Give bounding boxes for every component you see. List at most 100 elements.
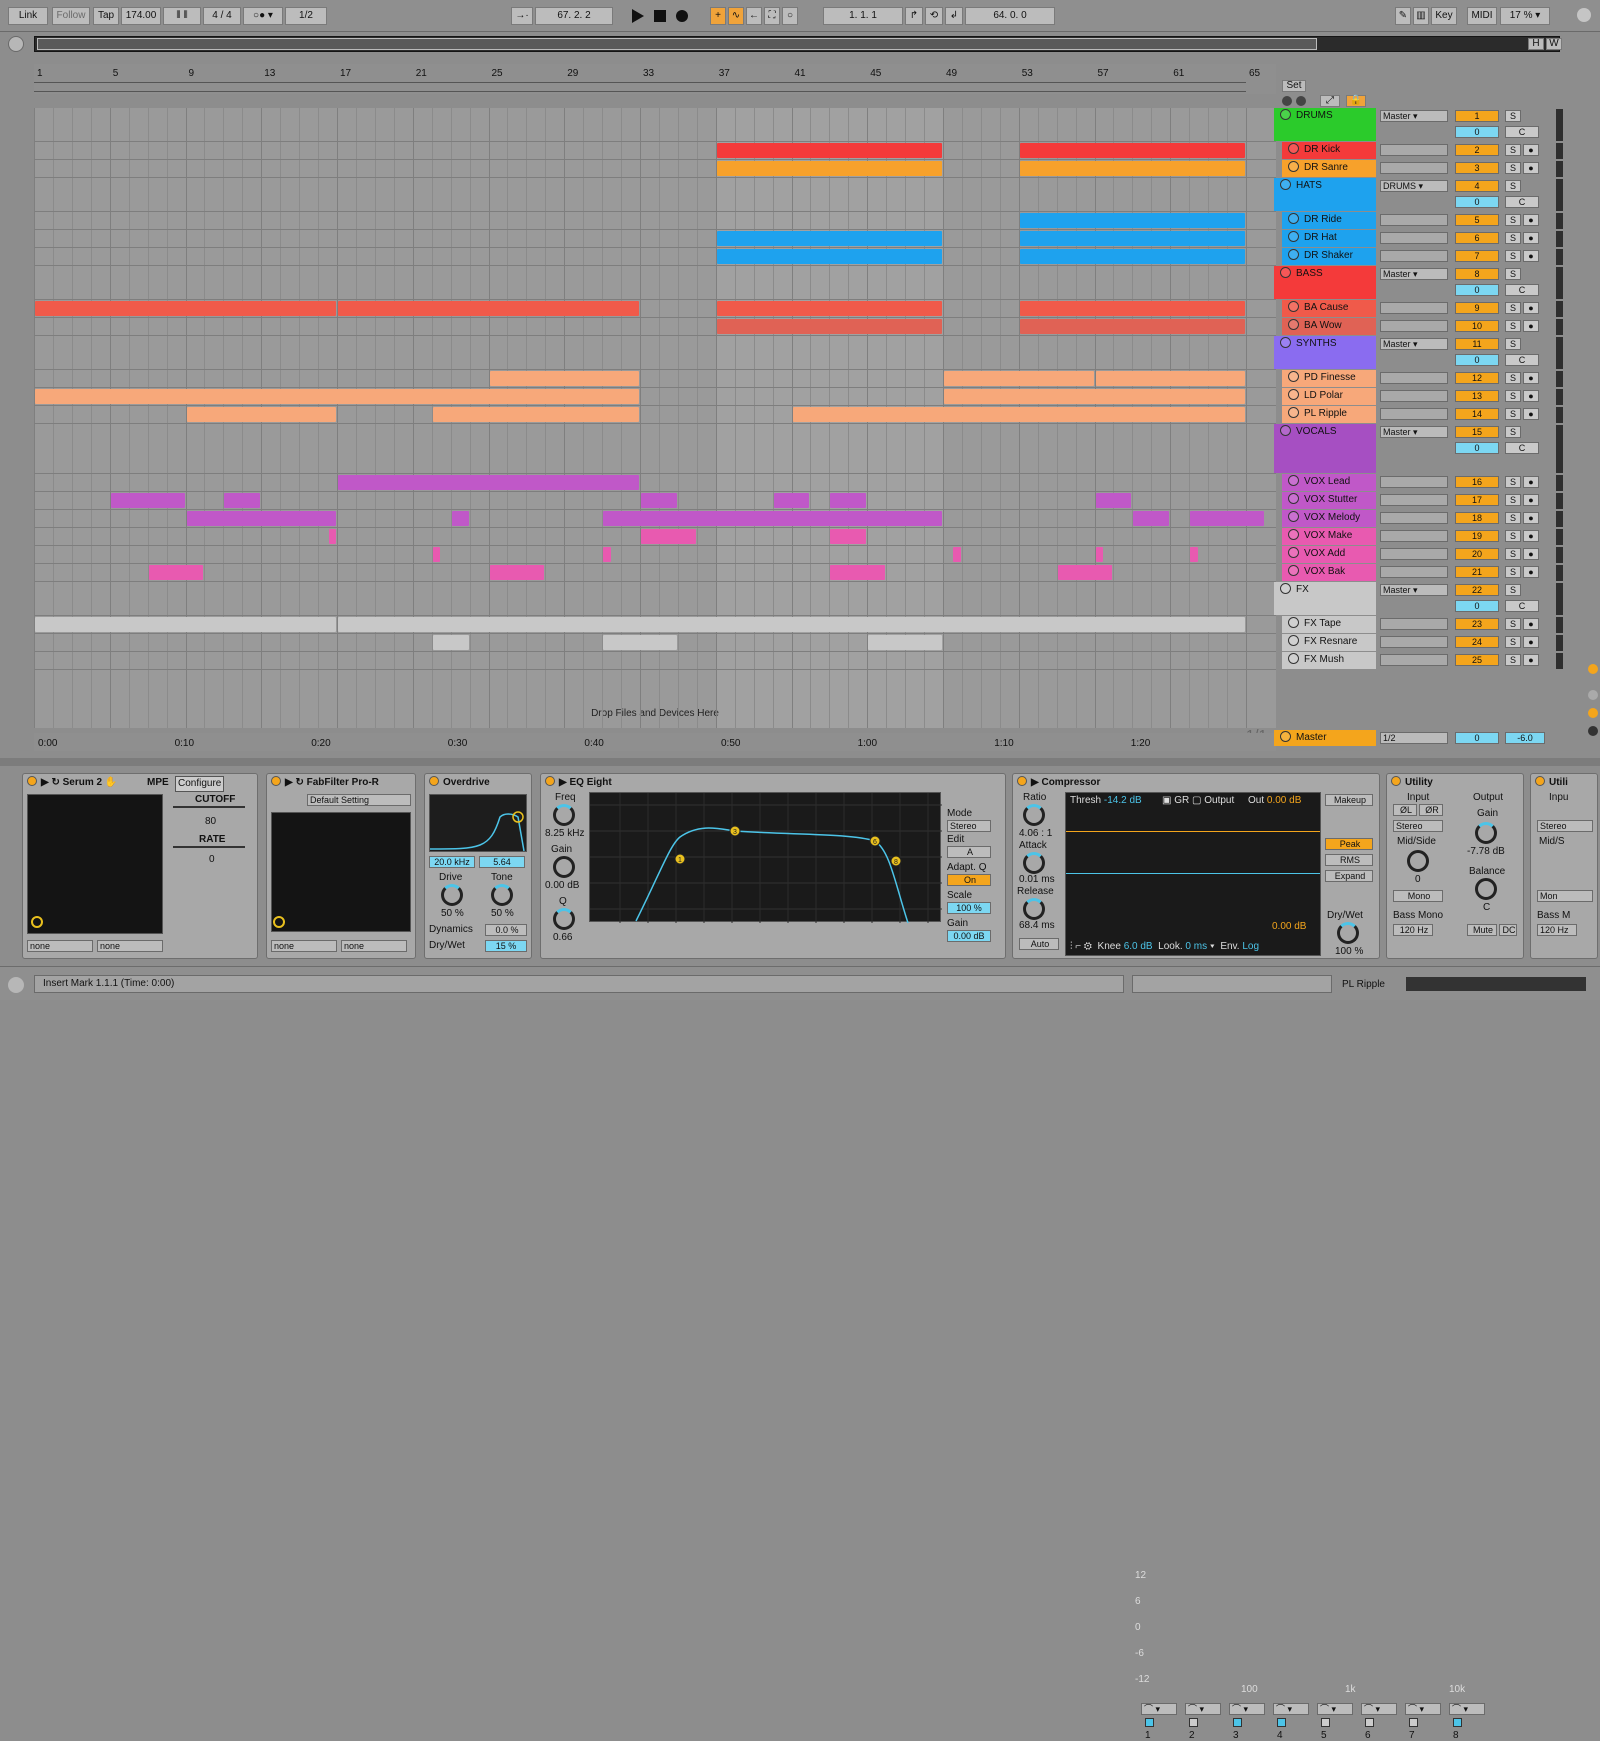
arm-button[interactable]: ● xyxy=(1523,530,1539,542)
clip[interactable] xyxy=(1019,319,1245,334)
thresh-value[interactable]: -14.2 dB xyxy=(1104,795,1142,806)
volume-slot[interactable] xyxy=(1380,302,1448,314)
clip[interactable] xyxy=(716,231,942,246)
serum-macro-select-1[interactable]: none xyxy=(27,940,93,952)
track-activator[interactable]: 3 xyxy=(1455,162,1499,174)
clip[interactable] xyxy=(944,371,1094,386)
track-header-vox-melody[interactable]: VOX Melody xyxy=(1282,510,1376,527)
follow-arrow-icon[interactable]: →· xyxy=(511,7,533,25)
arm-button[interactable]: ● xyxy=(1523,548,1539,560)
track-header-vox-stutter[interactable]: VOX Stutter xyxy=(1282,492,1376,509)
clip[interactable] xyxy=(110,493,185,508)
arrangement-lane[interactable] xyxy=(34,178,1276,212)
clip[interactable] xyxy=(716,161,942,176)
track-play-icon[interactable] xyxy=(1288,319,1299,330)
look-value[interactable]: 0 ms xyxy=(1185,941,1207,952)
utility-power-icon[interactable] xyxy=(1391,776,1401,786)
clip[interactable] xyxy=(868,635,942,650)
clip[interactable] xyxy=(338,617,1245,632)
env-value[interactable]: Log xyxy=(1242,941,1259,952)
clip[interactable] xyxy=(186,407,336,422)
tap-button[interactable]: Tap xyxy=(93,7,119,25)
volume-slot[interactable] xyxy=(1380,476,1448,488)
arrangement-position[interactable]: 67. 2. 2 xyxy=(535,7,613,25)
output-routing-select[interactable]: Master ▾ xyxy=(1380,338,1448,350)
clip[interactable] xyxy=(603,511,942,526)
track-header-vox-bak[interactable]: VOX Bak xyxy=(1282,564,1376,581)
play-icon[interactable] xyxy=(632,9,644,23)
clip[interactable] xyxy=(641,529,696,544)
volume-slot[interactable] xyxy=(1380,214,1448,226)
volume-slot[interactable] xyxy=(1380,636,1448,648)
track-play-icon[interactable] xyxy=(1288,493,1299,504)
device-overdrive[interactable]: Overdrive 20.0 kHz 5.64 Drive 50 % Tone … xyxy=(424,773,532,959)
overdub-icon[interactable]: + xyxy=(710,7,726,25)
tone-knob[interactable] xyxy=(491,884,513,906)
clip[interactable] xyxy=(1019,213,1245,228)
clip[interactable] xyxy=(953,547,961,562)
mute-button[interactable]: Mute xyxy=(1467,924,1497,936)
volume-slot[interactable] xyxy=(1380,566,1448,578)
clip[interactable] xyxy=(944,389,1245,404)
track-header-ba-cause[interactable]: BA Cause xyxy=(1282,300,1376,317)
solo-button[interactable]: S xyxy=(1505,144,1521,156)
solo-button[interactable]: S xyxy=(1505,618,1521,630)
solo-button[interactable]: S xyxy=(1505,636,1521,648)
group-volume[interactable]: 0 xyxy=(1455,600,1499,612)
track-activator[interactable]: 13 xyxy=(1455,390,1499,402)
clip[interactable] xyxy=(328,529,336,544)
track-activator[interactable]: 6 xyxy=(1455,232,1499,244)
serum-macro-select-2[interactable]: none xyxy=(97,940,163,952)
serum-display[interactable] xyxy=(27,794,163,934)
fold-icon[interactable] xyxy=(1280,179,1291,190)
tempo-field[interactable]: 174.00 xyxy=(121,7,161,25)
pan-control[interactable]: C xyxy=(1505,354,1539,366)
track-header-synths[interactable]: SYNTHS xyxy=(1274,336,1376,369)
eq-freq-knob[interactable] xyxy=(553,804,575,826)
clip[interactable] xyxy=(338,475,639,490)
show-info-icon[interactable] xyxy=(8,977,24,993)
track-activator[interactable]: 21 xyxy=(1455,566,1499,578)
knee-value[interactable]: 6.0 dB xyxy=(1124,941,1153,952)
arm-button[interactable]: ● xyxy=(1523,302,1539,314)
track-header-dr-hat[interactable]: DR Hat xyxy=(1282,230,1376,247)
eq-band-filter-select[interactable]: ⌒ ▾ xyxy=(1449,1703,1485,1715)
master-output-select[interactable]: 1/2 xyxy=(1380,732,1448,744)
loop-length-field[interactable]: 64. 0. 0 xyxy=(965,7,1055,25)
track-header-vox-make[interactable]: VOX Make xyxy=(1282,528,1376,545)
track-header-dr-kick[interactable]: DR Kick xyxy=(1282,142,1376,159)
arm-button[interactable]: ● xyxy=(1523,320,1539,332)
track-play-icon[interactable] xyxy=(1288,407,1299,418)
output-routing-select[interactable]: Master ▾ xyxy=(1380,426,1448,438)
fabfilter-xy-point[interactable] xyxy=(273,916,285,928)
pan-control[interactable]: C xyxy=(1505,442,1539,454)
arm-button[interactable]: ● xyxy=(1523,494,1539,506)
serum-xy-point[interactable] xyxy=(31,916,43,928)
solo-button[interactable]: S xyxy=(1505,530,1521,542)
clip[interactable] xyxy=(1057,565,1113,580)
solo-button[interactable]: S xyxy=(1505,426,1521,438)
clip[interactable] xyxy=(603,547,611,562)
arm-button[interactable]: ● xyxy=(1523,390,1539,402)
back-to-arrangement-icon[interactable]: ← xyxy=(746,7,762,25)
group-volume[interactable]: 0 xyxy=(1455,442,1499,454)
session-record-icon[interactable]: ○ xyxy=(782,7,798,25)
track-play-icon[interactable] xyxy=(1288,301,1299,312)
solo-button[interactable]: S xyxy=(1505,250,1521,262)
clip[interactable] xyxy=(716,143,942,158)
fit-icon[interactable]: ⤢ xyxy=(1320,95,1340,107)
automation-arm-icon[interactable]: ∿ xyxy=(728,7,744,25)
pan-control[interactable]: C xyxy=(1505,600,1539,612)
eq-band-toggle[interactable]: 3 xyxy=(1233,1718,1242,1741)
arrangement-lane[interactable] xyxy=(34,108,1276,142)
eq-band-filter-select[interactable]: ⌒ ▾ xyxy=(1273,1703,1309,1715)
loop-start-field[interactable]: 1. 1. 1 xyxy=(823,7,903,25)
dc-button[interactable]: DC xyxy=(1499,924,1517,936)
draw-mode-icon[interactable]: ✎ xyxy=(1395,7,1411,25)
eq-band-toggle[interactable]: 8 xyxy=(1453,1718,1462,1741)
fabfilter-display[interactable] xyxy=(271,812,411,932)
master-volume[interactable]: 0 xyxy=(1455,732,1499,744)
clip[interactable] xyxy=(451,511,469,526)
track-play-icon[interactable] xyxy=(1288,213,1299,224)
utility2-channel-select[interactable]: Stereo xyxy=(1537,820,1593,832)
